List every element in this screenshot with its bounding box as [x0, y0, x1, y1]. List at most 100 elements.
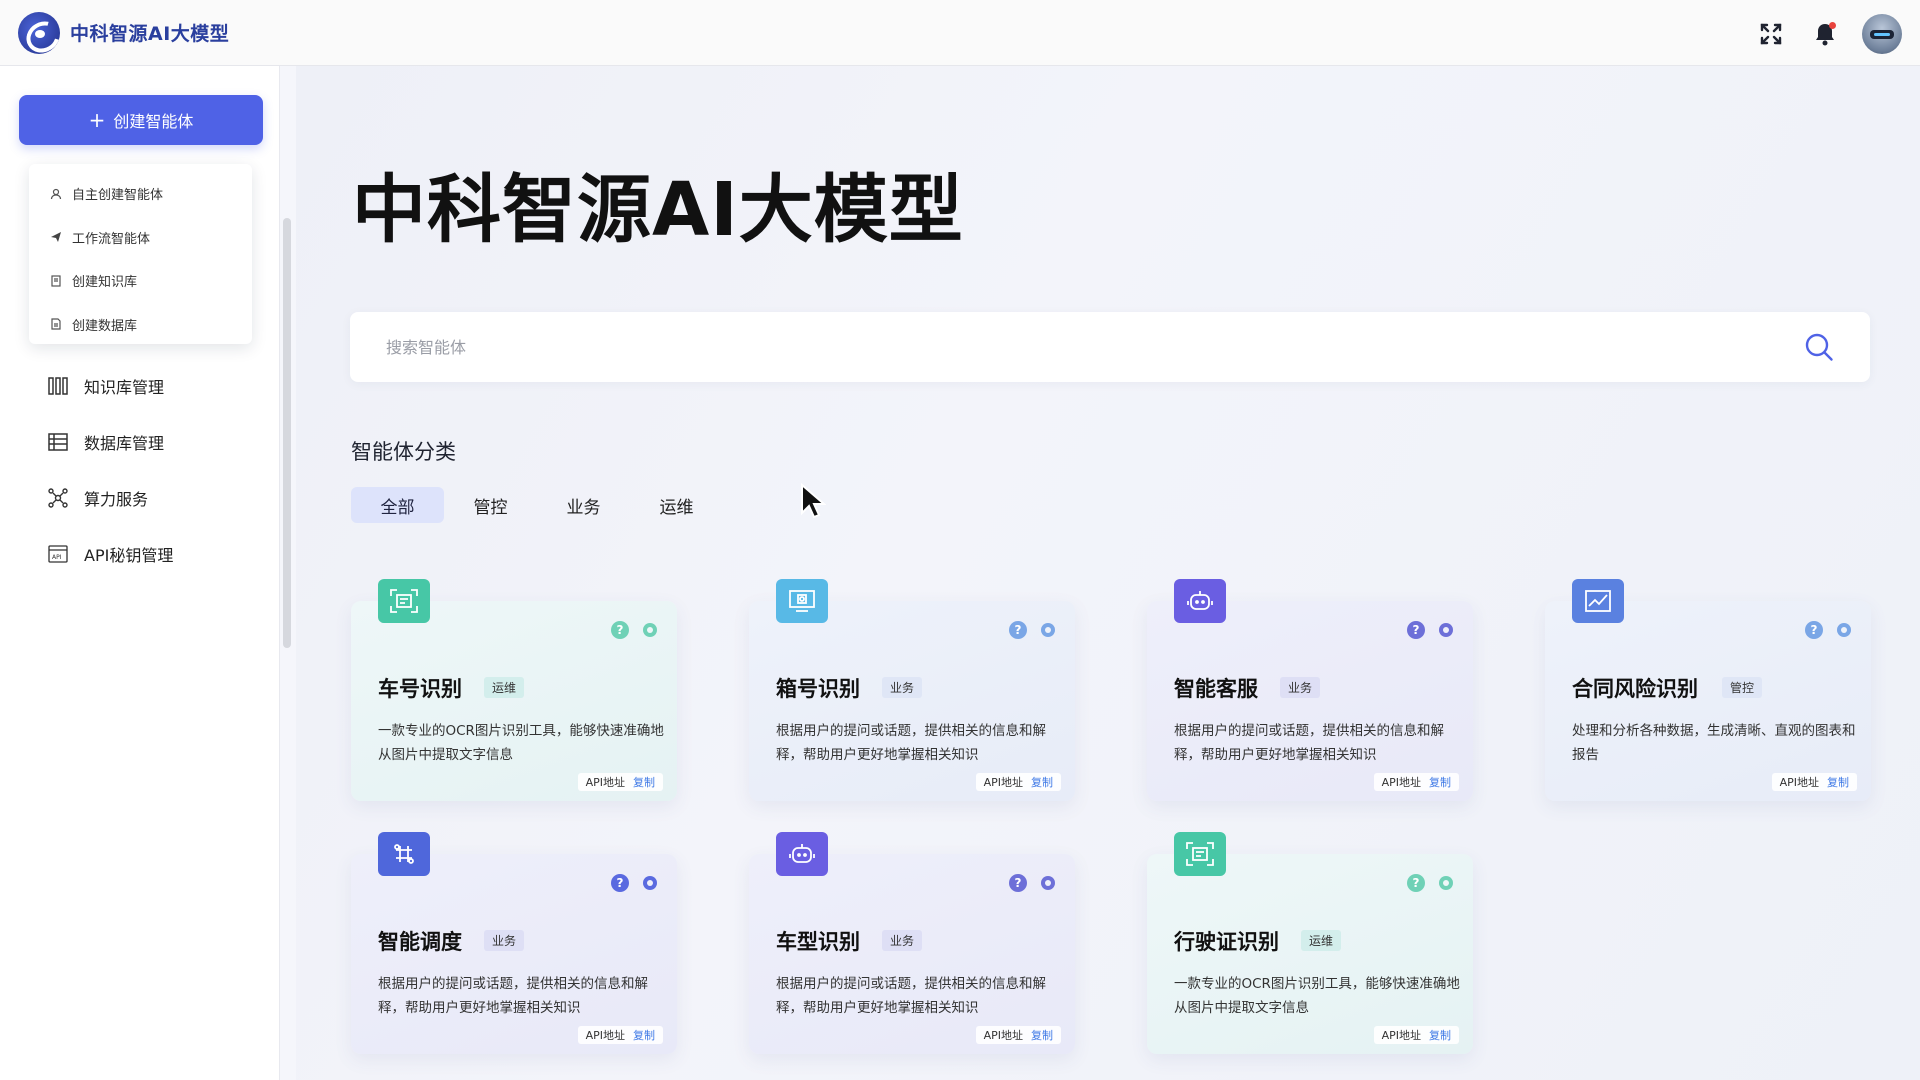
help-icon[interactable]: ? [1407, 621, 1425, 639]
agent-card[interactable]: ? 车型识别 业务 根据用户的提问或话题，提供相关的信息和解释，帮助用户更好地掌… [749, 832, 1075, 1054]
table-icon [48, 433, 68, 451]
book-icon [49, 274, 63, 288]
sidebar-item-api-keys[interactable]: API API秘钥管理 [48, 539, 173, 569]
card-actions: ? [1407, 621, 1455, 639]
agent-card[interactable]: ? 智能调度 业务 根据用户的提问或话题，提供相关的信息和解释，帮助用户更好地掌… [351, 832, 677, 1054]
copy-button[interactable]: 复制 [1031, 774, 1053, 790]
agent-card[interactable]: ? 车号识别 运维 一款专业的OCR图片识别工具，能够快速准确地从图片中提取文字… [351, 579, 677, 801]
screen-icon [776, 579, 828, 623]
agent-card[interactable]: ? 箱号识别 业务 根据用户的提问或话题，提供相关的信息和解释，帮助用户更好地掌… [749, 579, 1075, 801]
api-label: API地址 [585, 1029, 625, 1042]
card-tag: 业务 [484, 930, 525, 951]
chart-icon [1572, 579, 1624, 623]
sidebar-item-label: 知识库管理 [84, 378, 165, 397]
search-input[interactable] [386, 337, 1766, 357]
card-tag: 业务 [1280, 677, 1321, 698]
settings-gear-icon[interactable] [1437, 621, 1455, 639]
fullscreen-button[interactable] [1754, 17, 1788, 51]
paper-plane-icon [49, 230, 63, 244]
card-description: 一款专业的OCR图片识别工具，能够快速准确地从图片中提取文字信息 [1174, 976, 1460, 1016]
dropdown-item-create-database[interactable]: 创建数据库 [29, 303, 252, 347]
dropdown-item-label: 创建数据库 [72, 318, 138, 334]
card-tag: 运维 [484, 677, 525, 698]
card-api-address: API地址 复制 [577, 1026, 663, 1044]
mouse-cursor-icon [800, 482, 827, 523]
card-actions: ? [611, 621, 659, 639]
tab-control[interactable]: 管控 [444, 487, 537, 523]
card-description: 一款专业的OCR图片识别工具，能够快速准确地从图片中提取文字信息 [378, 723, 664, 763]
card-title: 合同风险识别 [1572, 677, 1698, 701]
help-icon[interactable]: ? [1009, 874, 1027, 892]
card-description: 根据用户的提问或话题，提供相关的信息和解释，帮助用户更好地掌握相关知识 [378, 976, 648, 1016]
help-icon[interactable]: ? [1805, 621, 1823, 639]
settings-gear-icon[interactable] [1039, 621, 1057, 639]
notification-button[interactable] [1808, 17, 1842, 51]
tab-operations[interactable]: 运维 [630, 487, 723, 523]
api-label: API地址 [1779, 776, 1819, 789]
sidebar-item-compute-service[interactable]: 算力服务 [48, 483, 148, 513]
copy-button[interactable]: 复制 [1031, 1027, 1053, 1043]
help-icon[interactable]: ? [1009, 621, 1027, 639]
dropdown-item-label: 创建知识库 [72, 275, 138, 291]
card-api-address: API地址 复制 [1373, 773, 1459, 791]
settings-gear-icon[interactable] [1437, 874, 1455, 892]
fullscreen-icon [1760, 23, 1782, 45]
help-icon[interactable]: ? [1407, 874, 1425, 892]
settings-gear-icon[interactable] [641, 874, 659, 892]
dropdown-item-custom-agent[interactable]: 自主创建智能体 [29, 172, 252, 216]
copy-button[interactable]: 复制 [1429, 774, 1451, 790]
card-tag: 业务 [882, 677, 923, 698]
card-title: 智能调度 [378, 930, 462, 954]
help-icon[interactable]: ? [611, 621, 629, 639]
copy-button[interactable]: 复制 [633, 1027, 655, 1043]
card-description: 根据用户的提问或话题，提供相关的信息和解释，帮助用户更好地掌握相关知识 [776, 723, 1046, 763]
create-agent-button[interactable]: + 创建智能体 [19, 95, 263, 145]
notification-dot [1829, 22, 1836, 29]
books-icon [48, 377, 68, 395]
api-label: API地址 [983, 776, 1023, 789]
agent-card[interactable]: ? 行驶证识别 运维 一款专业的OCR图片识别工具，能够快速准确地从图片中提取文… [1147, 832, 1473, 1054]
dropdown-item-label: 工作流智能体 [72, 231, 151, 247]
brand-logo-icon [18, 11, 60, 54]
sidebar-item-database[interactable]: 数据库管理 [48, 427, 164, 457]
top-actions [1754, 14, 1902, 54]
page-title: 中科智源AI大模型 [352, 167, 964, 253]
sidebar-item-label: API秘钥管理 [84, 546, 174, 565]
card-actions: ? [1009, 874, 1057, 892]
command-icon [378, 832, 430, 876]
card-description: 根据用户的提问或话题，提供相关的信息和解释，帮助用户更好地掌握相关知识 [776, 976, 1046, 1016]
card-api-address: API地址 复制 [1771, 773, 1857, 791]
card-api-address: API地址 复制 [577, 773, 663, 791]
dropdown-item-label: 自主创建智能体 [72, 188, 164, 204]
help-icon[interactable]: ? [611, 874, 629, 892]
card-api-address: API地址 复制 [975, 773, 1061, 791]
create-dropdown-menu: 自主创建智能体 工作流智能体 创建知识库 创建数据库 [29, 164, 252, 344]
sidebar-scrollbar[interactable] [283, 218, 291, 648]
api-icon: API [48, 545, 68, 563]
card-api-address: API地址 复制 [1373, 1026, 1459, 1044]
settings-gear-icon[interactable] [1835, 621, 1853, 639]
user-avatar[interactable] [1862, 14, 1902, 54]
ocr-scan-icon [1174, 832, 1226, 876]
dropdown-item-workflow-agent[interactable]: 工作流智能体 [29, 216, 252, 260]
copy-button[interactable]: 复制 [1827, 774, 1849, 790]
card-description: 根据用户的提问或话题，提供相关的信息和解释，帮助用户更好地掌握相关知识 [1174, 723, 1444, 763]
sidebar-item-knowledge-base[interactable]: 知识库管理 [48, 371, 164, 401]
settings-gear-icon[interactable] [1039, 874, 1057, 892]
agent-card[interactable]: ? 智能客服 业务 根据用户的提问或话题，提供相关的信息和解释，帮助用户更好地掌… [1147, 579, 1473, 801]
dropdown-item-create-knowledge-base[interactable]: 创建知识库 [29, 259, 252, 303]
brand[interactable]: 中科智源AI大模型 [18, 11, 229, 54]
card-title: 行驶证识别 [1174, 930, 1279, 954]
section-title: 智能体分类 [351, 440, 456, 464]
tab-business[interactable]: 业务 [537, 487, 630, 523]
copy-button[interactable]: 复制 [1429, 1027, 1451, 1043]
card-tag: 运维 [1301, 930, 1342, 951]
sidebar-item-label: 数据库管理 [84, 434, 165, 453]
agent-card[interactable]: ? 合同风险识别 管控 处理和分析各种数据，生成清晰、直观的图表和报告 API地… [1545, 579, 1871, 801]
search-icon[interactable] [1804, 332, 1834, 366]
tab-all[interactable]: 全部 [351, 487, 444, 523]
settings-gear-icon[interactable] [641, 621, 659, 639]
copy-button[interactable]: 复制 [633, 774, 655, 790]
card-actions: ? [1805, 621, 1853, 639]
api-label: API地址 [585, 776, 625, 789]
